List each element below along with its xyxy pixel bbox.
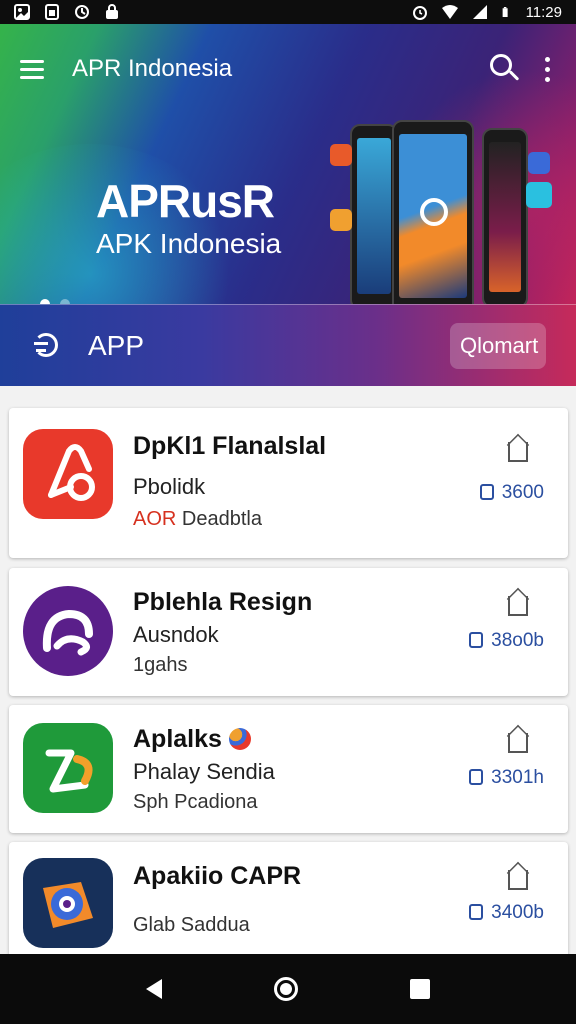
lock-icon xyxy=(106,4,118,19)
app-name: DpKl1 Flanalslal xyxy=(133,432,327,460)
app-icon xyxy=(23,723,113,813)
app-name: Pblehla Resign xyxy=(133,588,313,616)
app-category-icon xyxy=(30,329,64,363)
photo-icon xyxy=(14,4,30,20)
app-card[interactable]: Pblehla Resign Ausndok 1gahs 38o0b xyxy=(9,568,568,696)
app-size: 3301h xyxy=(469,767,544,789)
home-icon[interactable] xyxy=(274,977,298,1001)
app-size-value: 3600 xyxy=(501,482,544,503)
app-title: APR Indonesia xyxy=(72,55,233,82)
app-bar: APR Indonesia xyxy=(0,24,576,114)
app-card[interactable]: Aplalks Phalay Sendia Sph Pcadiona 3301h xyxy=(9,705,568,833)
battery-icon xyxy=(502,7,508,17)
hero-subtitle: APK Indonesia xyxy=(96,228,282,259)
category-bar: APP Qlomart xyxy=(0,304,576,386)
app-icon xyxy=(23,858,113,948)
floating-app-icon xyxy=(330,209,352,231)
app-size: 3400b xyxy=(469,902,544,924)
more-vert-icon[interactable] xyxy=(538,52,556,86)
app-name: Apakiio CAPR xyxy=(133,862,302,890)
floating-app-icon xyxy=(526,182,552,208)
status-bar: 11:29 xyxy=(0,0,576,24)
sim-icon xyxy=(45,4,59,20)
size-icon xyxy=(479,484,494,500)
app-publisher: Phalay Sendia xyxy=(133,759,275,784)
search-icon[interactable] xyxy=(484,49,524,89)
app-detail: AOR Deadbtla xyxy=(133,508,262,531)
floating-app-icon xyxy=(330,144,352,166)
download-icon[interactable] xyxy=(502,861,532,894)
app-detail-text: 1gahs xyxy=(133,654,188,676)
app-publisher: Ausndok xyxy=(133,622,219,647)
category-button[interactable]: Qlomart xyxy=(450,322,546,369)
sync-icon xyxy=(75,5,89,19)
phone-image-left xyxy=(350,124,398,304)
download-icon[interactable] xyxy=(502,724,532,757)
status-time: 11:29 xyxy=(525,3,562,21)
navigation-bar xyxy=(0,954,576,1024)
app-publisher: Pbolidk xyxy=(133,474,206,499)
app-detail: 1gahs xyxy=(133,654,188,677)
wifi-icon xyxy=(441,5,458,19)
floating-app-icon xyxy=(528,152,550,174)
app-card[interactable]: DpKl1 Flanalslal Pbolidk AOR Deadbtla 36… xyxy=(9,408,568,558)
app-detail-text: Deadbtla xyxy=(181,508,262,530)
recents-icon[interactable] xyxy=(410,979,430,999)
flower-icon xyxy=(228,728,251,750)
alarm-icon xyxy=(412,6,427,20)
app-detail: Glab Saddua xyxy=(133,914,250,937)
app-size: 38o0b xyxy=(469,630,544,652)
app-icon xyxy=(23,586,113,676)
size-icon xyxy=(469,769,484,785)
app-card[interactable]: Apakiio CAPR Glab Saddua 3400b xyxy=(9,842,568,954)
app-icon xyxy=(23,429,113,519)
app-detail: Sph Pcadiona xyxy=(133,791,258,814)
app-detail-text: Glab Saddua xyxy=(133,914,250,936)
app-size-value: 3301h xyxy=(491,767,544,788)
phone-image-center xyxy=(392,120,474,304)
size-icon xyxy=(469,632,484,648)
hero-title: APRusR xyxy=(96,175,275,227)
app-size-value: 38o0b xyxy=(491,630,544,651)
app-list: DpKl1 Flanalslal Pbolidk AOR Deadbtla 36… xyxy=(0,386,576,954)
app-size-value: 3400b xyxy=(491,902,544,923)
app-detail-text: Sph Pcadiona xyxy=(133,791,258,813)
phone-image-right xyxy=(482,128,528,304)
back-icon[interactable] xyxy=(146,979,162,999)
download-icon[interactable] xyxy=(502,587,532,620)
app-name-text: Aplalks xyxy=(133,725,222,753)
category-label: APP xyxy=(88,329,145,361)
app-tag: AOR xyxy=(133,508,177,530)
app-size: 3600 xyxy=(479,482,544,504)
app-name: Aplalks xyxy=(133,725,251,754)
download-icon[interactable] xyxy=(502,433,532,466)
signal-icon xyxy=(472,5,487,19)
hamburger-menu-icon[interactable] xyxy=(20,52,54,86)
size-icon xyxy=(469,904,484,920)
